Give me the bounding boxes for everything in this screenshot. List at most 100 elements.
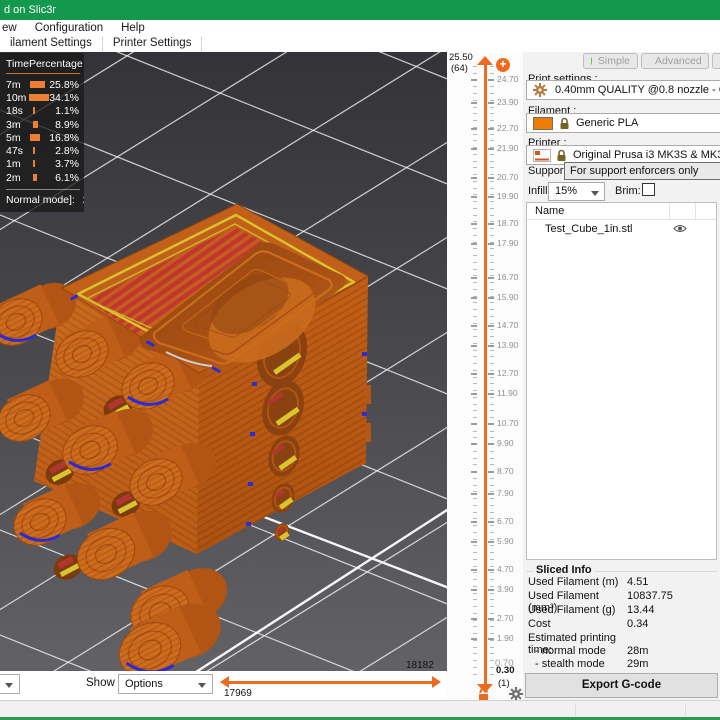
sliced-model-test-cube[interactable] xyxy=(0,203,371,671)
layer-tick-label: 23.90 xyxy=(497,97,519,107)
title-bar[interactable]: d on Slic3r xyxy=(0,0,720,20)
show-label: Show xyxy=(86,677,115,689)
status-divider xyxy=(685,703,686,716)
mode-label: Advanced xyxy=(655,55,702,67)
column-divider xyxy=(669,203,670,220)
layer-tick-label: 16.70 xyxy=(497,272,519,282)
layer-tick-label: 5.90 xyxy=(497,536,514,546)
right-sidebar: Simple Advanced Expert Print settings : … xyxy=(523,52,720,700)
print-settings-value: 0.40mm QUALITY @0.8 nozzle - Custom (mod… xyxy=(555,84,720,96)
layer-tick-label: 8.70 xyxy=(497,466,514,476)
filament-combo[interactable]: Generic PLA xyxy=(526,113,720,133)
h-slider-max-label: 18182 xyxy=(406,660,434,671)
sliced-info-row: Cost 0.34 xyxy=(528,618,649,630)
object-list[interactable]: Name Test_Cube_1in.stl xyxy=(526,202,717,560)
simple-mode-dot-icon xyxy=(591,57,592,65)
legend-bar xyxy=(33,107,35,115)
mode-button-simple[interactable]: Simple xyxy=(583,53,638,69)
sliced-info-title: Sliced Info xyxy=(533,564,595,576)
layer-tick-label: 17.90 xyxy=(497,238,519,248)
layer-tick-label: 10.70 xyxy=(497,418,519,428)
status-bar xyxy=(0,700,720,717)
object-list-header: Name xyxy=(527,203,716,220)
legend-bar xyxy=(33,173,37,181)
menu-bar: ew Configuration Help xyxy=(0,20,720,36)
menu-item-help[interactable]: Help xyxy=(112,20,154,36)
legend-row: 7m 25.8% xyxy=(6,78,79,91)
layer-tick-label: 18.70 xyxy=(497,218,519,228)
supports-value: For support enforcers only xyxy=(570,165,699,177)
legend-bar xyxy=(29,93,50,101)
moves-slider-value: 17969 xyxy=(224,688,252,699)
filament-color-swatch xyxy=(533,116,553,130)
sliced-info-row: - stealth mode 29m xyxy=(535,658,649,670)
layer-tick-label: 20.70 xyxy=(497,172,519,182)
mode-label: Simple xyxy=(597,55,630,67)
layer-slider-ticks: 24.70 23.90 22.70 21.90 20.70 19.90 18.70 17.90… xyxy=(447,52,523,700)
layer-tick-label: 6.70 xyxy=(497,516,514,526)
tab-filament-settings[interactable]: ilament Settings xyxy=(0,36,103,52)
legend-footer-value: 28m xyxy=(83,194,84,206)
brim-checkbox[interactable] xyxy=(642,183,655,196)
layer-slider-bottom-value: 0.30 xyxy=(496,665,515,676)
layer-slider-bottom-index: (1) xyxy=(498,678,510,689)
menu-item-view[interactable]: ew xyxy=(0,20,26,36)
slider-settings-gear-icon[interactable] xyxy=(509,687,523,701)
legend-divider-2 xyxy=(6,189,80,191)
layer-tick-label: 24.70 xyxy=(497,74,519,84)
layer-tick-label: 4.70 xyxy=(497,564,514,574)
layer-tick-label: 19.90 xyxy=(497,191,519,201)
chevron-down-icon xyxy=(198,683,206,688)
print-settings-gear-icon xyxy=(533,83,547,97)
feature-time-legend: Time Percentage 7m 25.8% 10m 34.1% 18s 1.1% 3m… xyxy=(0,53,84,213)
legend-row: 3m 8.9% xyxy=(6,118,79,131)
layer-tick-label: 11.90 xyxy=(497,388,518,398)
sliced-info-row: Used Filament (m) 4.51 xyxy=(528,576,649,588)
layer-tick-label: 12.70 xyxy=(497,368,519,378)
chevron-down-icon xyxy=(5,683,13,688)
show-options-combo[interactable]: Options xyxy=(118,674,213,694)
layer-tick-label: 14.70 xyxy=(497,320,519,330)
legend-row: 1m 3.7% xyxy=(6,158,79,171)
chevron-down-icon xyxy=(591,191,599,196)
layer-tick-label: 22.70 xyxy=(497,123,519,133)
legend-header-time: Time xyxy=(6,58,29,70)
print-settings-combo[interactable]: 0.40mm QUALITY @0.8 nozzle - Custom (mod… xyxy=(526,80,720,100)
object-list-header-name: Name xyxy=(535,205,565,217)
lock-icon xyxy=(560,117,569,129)
infill-combo[interactable]: 15% xyxy=(548,182,605,201)
layer-tick-label: 3.90 xyxy=(497,584,514,594)
status-divider xyxy=(575,703,576,716)
export-gcode-button[interactable]: Export G-code xyxy=(525,673,718,698)
right-edge-tab xyxy=(365,385,371,404)
legend-bar xyxy=(33,160,36,168)
tab-bar: ilament Settings Printer Settings xyxy=(0,36,720,52)
supports-combo[interactable]: For support enforcers only xyxy=(564,162,720,180)
menu-item-configuration[interactable]: Configuration xyxy=(26,20,112,36)
moves-slider-right-handle[interactable] xyxy=(432,676,441,688)
3d-viewport[interactable]: Time Percentage 7m 25.8% 10m 34.1% 18s 1.1% 3m… xyxy=(0,52,447,671)
layer-tick-label: 21.90 xyxy=(497,143,519,153)
moves-slider-track[interactable] xyxy=(228,681,433,684)
bottom-toolbar: Show Options 17969 xyxy=(0,671,447,700)
object-name: Test_Cube_1in.stl xyxy=(545,223,633,235)
layer-tick-label: 13.90 xyxy=(497,340,519,350)
window-title: d on Slic3r xyxy=(4,4,56,16)
tab-printer-settings[interactable]: Printer Settings xyxy=(103,36,203,52)
lock-icon xyxy=(557,149,566,161)
legend-divider xyxy=(6,73,80,74)
legend-footer-label: Normal mode]: xyxy=(6,194,75,207)
view-mode-combo-cropped[interactable] xyxy=(0,674,20,694)
mode-button-expert[interactable]: Expert xyxy=(712,53,720,69)
legend-row: 2m 6.1% xyxy=(6,171,79,184)
show-options-value: Options xyxy=(125,678,163,690)
legend-row: 47s 2.8% xyxy=(6,145,79,158)
object-list-row[interactable]: Test_Cube_1in.stl xyxy=(527,220,716,238)
eye-visibility-icon[interactable] xyxy=(673,223,687,234)
mode-button-advanced[interactable]: Advanced xyxy=(641,53,709,69)
right-edge-tab xyxy=(365,423,371,442)
legend-bar xyxy=(33,147,35,155)
layer-tick-label: 15.90 xyxy=(497,292,519,302)
layer-slider[interactable]: 25.50 (64) + 24.70 23.90 22.70 21.90 20.70 19… xyxy=(447,52,523,701)
legend-row: 18s 1.1% xyxy=(6,105,79,118)
